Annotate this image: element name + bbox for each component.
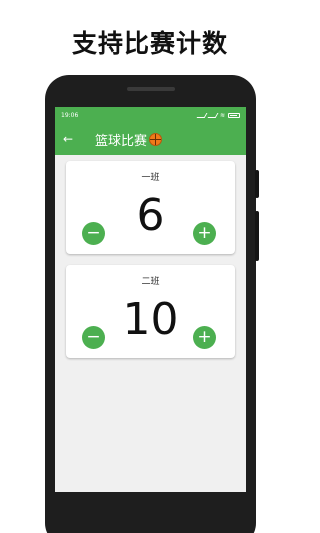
app-title: 篮球比赛 <box>95 133 148 149</box>
team-name: 二班 <box>141 277 160 287</box>
volume-button <box>255 211 259 261</box>
team-card: 二班 10 − + <box>66 265 235 358</box>
phone-speaker <box>127 87 175 91</box>
wifi-icon: ≋ <box>219 111 225 119</box>
phone-frame: 19:06 ≋ ← 篮球比赛 一班 6 − + 二班 10 − + <box>45 75 259 533</box>
back-arrow-icon[interactable]: ← <box>63 132 83 146</box>
signal-icon <box>196 112 208 118</box>
battery-icon <box>228 112 240 118</box>
increment-button[interactable]: + <box>193 222 216 245</box>
status-icons: ≋ <box>196 111 240 119</box>
decrement-button[interactable]: − <box>82 326 105 349</box>
power-button <box>255 170 259 198</box>
status-time: 19:06 <box>61 111 79 119</box>
status-bar: 19:06 ≋ <box>55 107 246 123</box>
team-name: 一班 <box>141 173 160 183</box>
increment-button[interactable]: + <box>193 326 216 349</box>
app-screen: 19:06 ≋ ← 篮球比赛 一班 6 − + 二班 10 − + <box>55 107 246 492</box>
app-bar: ← 篮球比赛 <box>55 123 246 155</box>
team-card: 一班 6 − + <box>66 161 235 254</box>
basketball-icon <box>149 132 163 146</box>
decrement-button[interactable]: − <box>82 222 105 245</box>
signal-icon-2 <box>207 112 219 118</box>
promo-headline: 支持比赛计数 <box>71 29 228 58</box>
